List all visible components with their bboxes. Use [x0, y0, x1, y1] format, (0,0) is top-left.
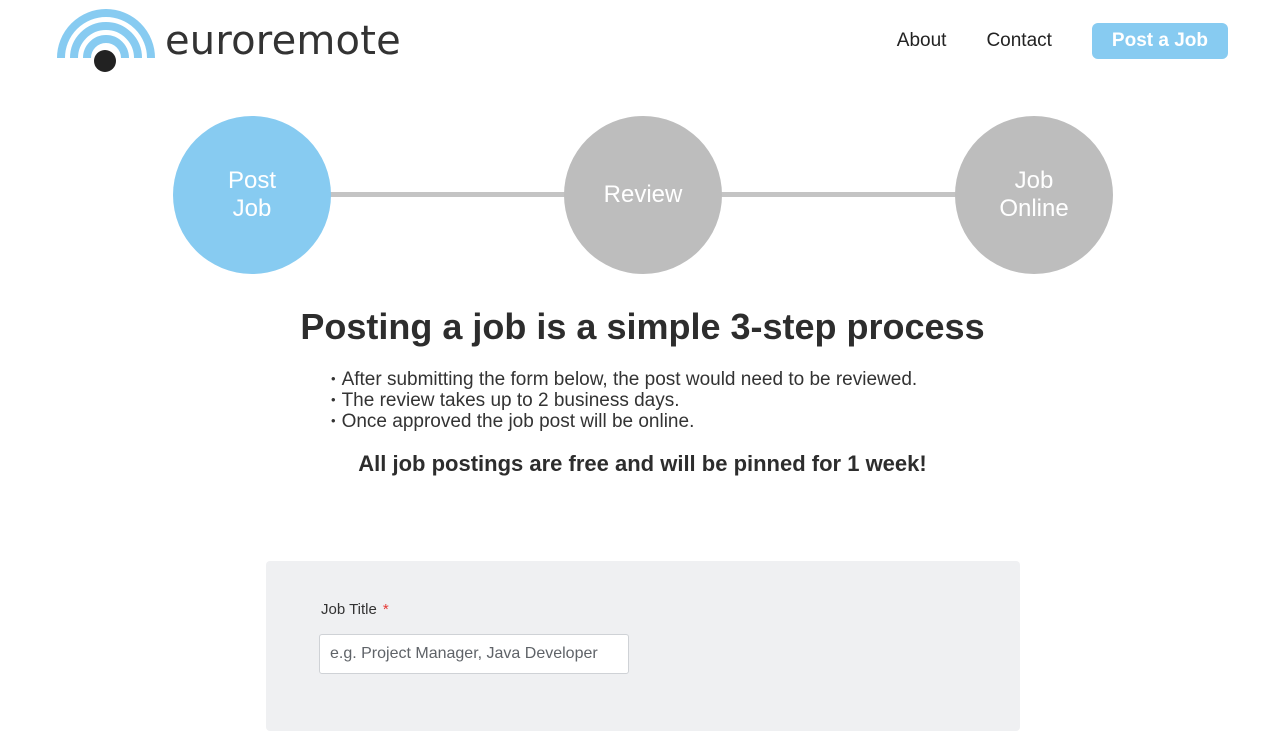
step-job-online: Job Online: [955, 116, 1113, 274]
bullet-item: After submitting the form below, the pos…: [331, 369, 918, 390]
job-title-input[interactable]: [319, 634, 629, 674]
job-title-label: Job Title *: [321, 601, 389, 618]
page-heading: Posting a job is a simple 3-step process: [300, 306, 985, 347]
post-job-button[interactable]: Post a Job: [1091, 23, 1228, 59]
step-review: Review: [564, 116, 722, 274]
site-header: euroremote About Contact Post a Job: [0, 0, 1280, 90]
nav-about-link[interactable]: About: [897, 23, 947, 59]
nav-contact-link[interactable]: Contact: [986, 23, 1051, 59]
required-mark: *: [382, 601, 389, 618]
wifi-signal-icon: [57, 9, 155, 72]
free-posting-note: All job postings are free and will be pi…: [358, 451, 927, 476]
process-steps: Post Job Review Job Online: [173, 116, 1113, 274]
process-bullet-list: After submitting the form below, the pos…: [331, 369, 918, 432]
step-label: Job Online: [999, 167, 1069, 222]
step-label: Post Job: [227, 167, 277, 222]
site-logo[interactable]: euroremote: [57, 8, 401, 78]
job-title-label-text: Job Title: [321, 601, 377, 618]
step-label: Review: [603, 181, 683, 208]
bullet-item: The review takes up to 2 business days.: [331, 390, 917, 411]
step-connector: [323, 192, 573, 197]
step-connector: [713, 192, 963, 197]
step-post-job: Post Job: [173, 116, 331, 274]
brand-name: euroremote: [165, 18, 401, 64]
bullet-item: Once approved the job post will be onlin…: [331, 411, 917, 432]
main-nav: About Contact Post a Job: [897, 23, 1228, 59]
job-post-form: Job Title *: [266, 561, 1020, 731]
